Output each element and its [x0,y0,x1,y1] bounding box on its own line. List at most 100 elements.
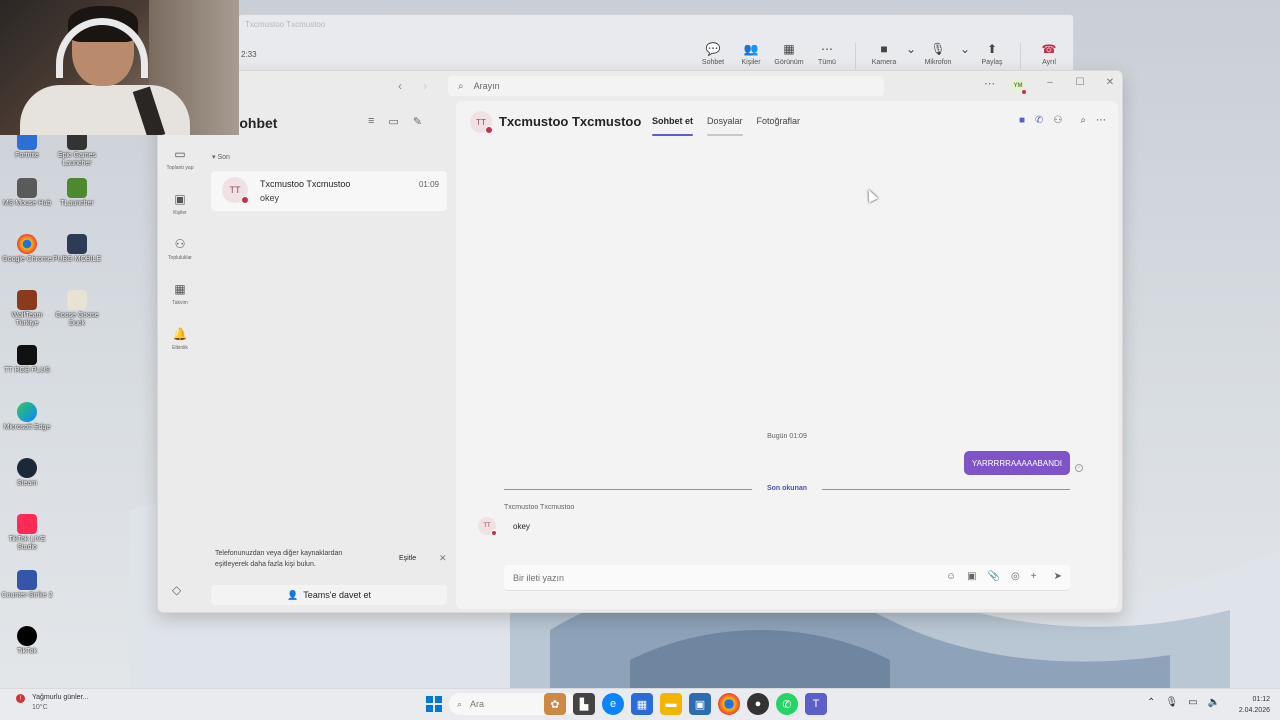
desktop-icon-epic[interactable]: Epic Games Launcher [50,130,104,168]
store-icon[interactable]: ▦ [631,693,653,715]
share-icon: ⬆ [986,42,998,56]
audio-call-icon[interactable]: ✆ [1035,115,1043,126]
plus-icon[interactable]: + [1031,571,1037,582]
mic-options-chevron[interactable]: ⌄ [958,42,972,56]
gif-icon[interactable]: ▣ [967,571,976,582]
rail-item-contacts[interactable]: ▣ Kişiler [158,191,202,236]
desktop-icon-cs2[interactable]: Counter-Strike 2 [0,570,54,600]
webcam-overlay [0,0,239,135]
tab-files[interactable]: Dosyalar [707,116,743,136]
mic-icon[interactable]: 🎙 [1165,697,1178,708]
camera-options-chevron[interactable]: ⌄ [904,42,918,56]
search-input[interactable]: ⌕ Arayın [448,76,884,96]
file-explorer-icon[interactable]: ▬ [660,693,682,715]
loop-icon[interactable]: ◎ [1011,571,1020,582]
meeting-view-button[interactable]: ▦ Görünüm [771,42,807,66]
chrome-icon[interactable] [718,693,740,715]
video-call-icon[interactable]: ■ [1019,115,1025,126]
window-controls: – ☐ ✕ [1044,77,1116,88]
edge-icon[interactable]: e [602,693,624,715]
user-avatar[interactable]: YM [1010,78,1027,95]
close-icon[interactable]: ✕ [1104,77,1116,88]
desktop-icon-chrome[interactable]: Google Chrome [0,234,54,264]
more-options-icon[interactable]: ⋯ [1096,115,1106,126]
tt-rgb-icon [17,345,37,365]
contacts-icon: ▣ [174,192,186,206]
rail-item-meet[interactable]: ▭ Toplantı yap [158,146,202,191]
meeting-camera-button[interactable]: ■ Kamera [866,42,902,66]
desktop-icon-pubg[interactable]: PUBG MOBILE [50,234,104,264]
desktop-icons: Fortnite Epic Games Launcher MS Mouse Hu… [0,130,110,670]
sync-button[interactable]: Eşitle [399,553,416,564]
desktop-icon-ttrgb[interactable]: TT RGB PLUS [0,345,54,375]
weather-widget[interactable]: ! Yağmurlu günler... 10°C [16,693,88,713]
message-avatar: TT [478,517,497,536]
desktop-icon-goose[interactable]: Goose Goose Duck [50,290,104,328]
filter-icon[interactable]: ≡ [368,115,374,128]
taskbar: ! Yağmurlu günler... 10°C ⌕ Ara ✿ ▙ e ▦ … [0,688,1280,720]
system-tray: ⌃ 🎙 ▭ 🔈 [1147,697,1220,708]
display-icon[interactable]: ▭ [1188,697,1197,708]
task-view-icon[interactable]: ▙ [573,693,595,715]
chat-time: 01:09 [418,180,439,189]
desktop-icon-steam[interactable]: Steam [0,458,54,488]
meeting-mic-button[interactable]: 🎙 Mikrofon [920,42,956,66]
meet-now-icon[interactable]: ▭ [388,115,398,128]
grid-icon: ▦ [783,42,795,56]
desktop-icon-edge[interactable]: Microsoft Edge [0,402,54,432]
invite-to-teams-button[interactable]: 👤 Teams'e davet et [211,585,447,605]
widget-flowers-icon[interactable]: ✿ [544,693,566,715]
search-icon[interactable]: ⌕ [1080,115,1086,126]
obs-icon[interactable]: ● [747,693,769,715]
meeting-chat-button[interactable]: 💬 Sohbet [695,42,731,66]
tab-photos[interactable]: Fotoğraflar [757,116,801,136]
send-icon[interactable]: ➤ [1054,571,1062,582]
whatsapp-icon[interactable]: ✆ [776,693,798,715]
chevron-up-icon[interactable]: ⌃ [1147,697,1155,708]
teams-icon[interactable]: T [805,693,827,715]
bell-icon: 🔔 [172,327,188,341]
sent-message-bubble[interactable]: YARRRRRAAAAABANDI [963,451,1070,475]
maximize-icon[interactable]: ☐ [1074,77,1086,88]
rail-item-activity[interactable]: 🔔 Etkinlik [158,326,202,371]
received-message[interactable]: okey [513,522,530,531]
rail-item-calendar[interactable]: ▦ Takvim [158,281,202,326]
calendar-icon: ▦ [174,282,186,296]
conversation-pane: TT Txcmustoo Txcmustoo Sohbet et Dosyala… [456,101,1118,609]
chat-list-item[interactable]: TT Txcmustoo Txcmustoo okey 01:09 [211,171,447,211]
windows-start-icon[interactable] [426,696,442,712]
taskbar-clock[interactable]: 01:12 2.04.2026 [1239,694,1270,716]
message-composer[interactable]: Bir ileti yazın ☺ ▣ 📎 ◎ + ➤ [504,565,1070,591]
back-arrow-icon[interactable]: ‹ [398,79,402,93]
desktop-icon-tiktok-live[interactable]: TikTok LIVE Studio [0,514,54,552]
read-receipt-icon: ✓ [1075,464,1083,472]
desktop-icon-mousehub[interactable]: MS Mouse Hub [0,178,54,208]
volume-icon[interactable]: 🔈 [1208,697,1220,708]
rail-item-communities[interactable]: ⚇ Topluluklar [158,236,202,281]
attach-icon[interactable]: 📎 [988,571,1000,582]
new-chat-icon[interactable]: ✎ [413,115,422,128]
tab-chat[interactable]: Sohbet et [652,116,694,136]
add-people-icon[interactable]: ⚇ [1053,115,1062,126]
meeting-more-button[interactable]: ⋯ Tümü [809,42,845,66]
desktop-icon-tiktok[interactable]: TikTok [0,626,54,656]
meeting-share-button[interactable]: ⬆ Paylaş [974,42,1010,66]
ms-store-icon[interactable]: ▣ [689,693,711,715]
recent-section-header[interactable]: ▾ Son [212,153,230,161]
meeting-leave-button[interactable]: ☎ Ayrıl [1031,42,1067,66]
minimize-icon[interactable]: – [1044,77,1056,88]
status-dot [241,196,249,204]
desktop-icon-wolfteam[interactable]: WolfTeam Türkiye [0,290,54,328]
forward-arrow-icon[interactable]: › [423,79,427,93]
close-icon[interactable]: ✕ [439,553,447,564]
divider-line [822,489,1070,490]
person-add-icon: 👤 [287,589,299,600]
avatar: TT [222,177,249,204]
meeting-title: Txcmustoo Txcmustoo [245,20,326,29]
meeting-people-button[interactable]: 👥 Kişiler [733,42,769,66]
more-options-icon[interactable]: ⋯ [984,77,995,90]
desktop-icon-tlauncher[interactable]: TLauncher [50,178,104,208]
toolbar-divider [1020,43,1021,69]
premium-diamond-icon[interactable]: ◇ [172,583,181,597]
emoji-icon[interactable]: ☺ [946,571,956,582]
